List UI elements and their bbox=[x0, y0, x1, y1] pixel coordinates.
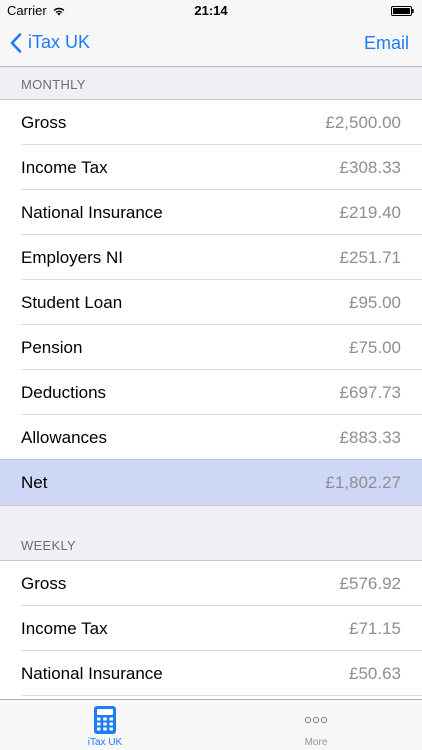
tab-label: iTax UK bbox=[87, 737, 123, 748]
row-value: £2,500.00 bbox=[325, 112, 401, 132]
calculator-icon bbox=[94, 706, 116, 734]
table-row[interactable]: Deductions £697.73 bbox=[0, 369, 422, 415]
monthly-group: Gross £2,500.00 Income Tax £308.33 Natio… bbox=[0, 99, 422, 506]
table-row[interactable]: Employers NI £251.71 bbox=[0, 234, 422, 280]
tab-bar: iTax UK More bbox=[0, 699, 422, 750]
tab-more[interactable]: More bbox=[266, 700, 366, 750]
battery-icon bbox=[391, 6, 414, 16]
row-value: £883.33 bbox=[339, 427, 401, 447]
tab-label: More bbox=[304, 737, 328, 748]
row-label: Income Tax bbox=[21, 157, 108, 177]
section-header-monthly: MONTHLY bbox=[21, 77, 86, 92]
status-time: 21:14 bbox=[194, 3, 228, 18]
row-value: £576.92 bbox=[339, 573, 401, 593]
table-row[interactable]: Gross £2,500.00 bbox=[0, 100, 422, 145]
row-label: Pension bbox=[21, 337, 83, 357]
email-button[interactable]: Email bbox=[364, 33, 409, 54]
row-value: £95.00 bbox=[349, 292, 401, 312]
table-row-selected[interactable]: Net £1,802.27 bbox=[0, 459, 422, 505]
row-label: Gross bbox=[21, 573, 67, 593]
row-value: £50.63 bbox=[349, 663, 401, 683]
row-label: Gross bbox=[21, 112, 67, 132]
section-header-weekly: WEEKLY bbox=[21, 538, 77, 553]
row-label: Deductions bbox=[21, 382, 107, 402]
row-label: Student Loan bbox=[21, 292, 123, 312]
back-button-label: iTax UK bbox=[28, 32, 91, 52]
row-value: £1,802.27 bbox=[325, 472, 401, 492]
row-value: £697.73 bbox=[339, 382, 401, 402]
row-value: £308.33 bbox=[339, 157, 401, 177]
row-label: Employers NI bbox=[21, 247, 124, 267]
chevron-left-icon bbox=[10, 32, 22, 53]
row-label: Allowances bbox=[21, 427, 107, 447]
row-label: Income Tax bbox=[21, 618, 108, 638]
table-row[interactable]: Income Tax £71.15 bbox=[0, 605, 422, 651]
table-row[interactable]: Allowances £883.33 bbox=[0, 414, 422, 460]
row-label: National Insurance bbox=[21, 202, 163, 222]
row-value: £251.71 bbox=[339, 247, 401, 267]
row-value: £71.15 bbox=[349, 618, 401, 638]
row-label: National Insurance bbox=[21, 663, 163, 683]
row-value: £75.00 bbox=[349, 337, 401, 357]
tab-itax-uk[interactable]: iTax UK bbox=[55, 700, 155, 750]
row-label: Net bbox=[21, 472, 48, 492]
back-button[interactable]: iTax UK bbox=[10, 32, 90, 53]
navigation-bar: iTax UK Email bbox=[0, 22, 422, 67]
table-row[interactable]: Pension £75.00 bbox=[0, 324, 422, 370]
results-table[interactable]: MONTHLY Gross £2,500.00 Income Tax £308.… bbox=[0, 67, 422, 699]
table-row[interactable]: Gross £576.92 bbox=[0, 561, 422, 606]
weekly-group: Gross £576.92 Income Tax £71.15 National… bbox=[0, 560, 422, 699]
row-value: £219.40 bbox=[339, 202, 401, 222]
table-row[interactable]: National Insurance £50.63 bbox=[0, 650, 422, 696]
more-dots-icon bbox=[304, 716, 328, 724]
table-row[interactable]: National Insurance £219.40 bbox=[0, 189, 422, 235]
table-row[interactable]: Student Loan £95.00 bbox=[0, 279, 422, 325]
table-row[interactable]: Income Tax £308.33 bbox=[0, 144, 422, 190]
status-bar: Carrier 21:14 bbox=[0, 0, 422, 22]
